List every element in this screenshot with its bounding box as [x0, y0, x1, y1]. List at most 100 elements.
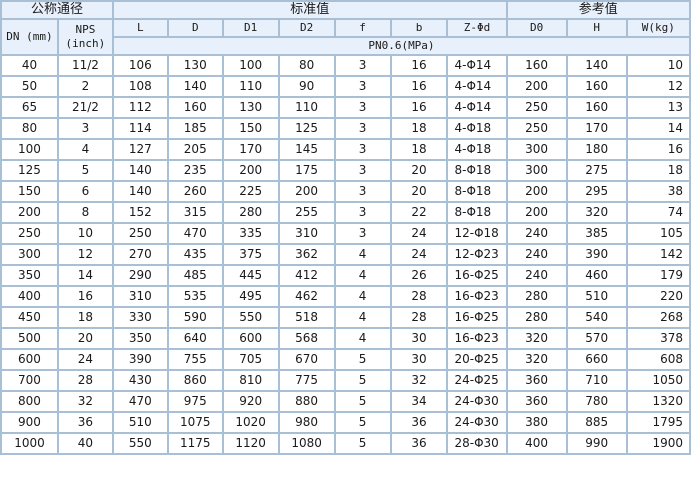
cell-dn: 450 [2, 308, 57, 327]
cell-dn: 700 [2, 371, 57, 390]
cell-f: 3 [335, 182, 390, 201]
cell-d2: 145 [279, 140, 334, 159]
cell-z-phid: 4-Φ18 [448, 119, 506, 138]
cell-dn: 500 [2, 329, 57, 348]
group-standard-header: 标准值 [113, 2, 506, 18]
cell-weight: 10 [627, 56, 689, 75]
cell-l: 106 [113, 56, 167, 75]
cell-l: 112 [113, 98, 167, 117]
flange-spec-table: 公称通径 标准值 参考值 DN (mm) NPS (inch) L D D1 D… [0, 0, 691, 455]
cell-d: 485 [168, 266, 222, 285]
group-reference-header: 参考值 [507, 2, 689, 18]
cell-b: 20 [391, 161, 447, 180]
cell-weight: 1320 [627, 392, 689, 411]
column-header-row: DN (mm) NPS (inch) L D D1 D2 f b Z-Φd D0… [2, 20, 689, 54]
cell-weight: 12 [627, 77, 689, 96]
cell-d1: 550 [223, 308, 278, 327]
cell-d: 205 [168, 140, 222, 159]
cell-d: 470 [168, 224, 222, 243]
cell-d1: 1020 [223, 413, 278, 432]
cell-f: 5 [335, 371, 390, 390]
cell-f: 3 [335, 224, 390, 243]
cell-dn: 350 [2, 266, 57, 285]
cell-d: 260 [168, 182, 222, 201]
cell-b: 28 [391, 287, 447, 306]
cell-h: 460 [567, 266, 626, 285]
cell-nps: 36 [58, 413, 112, 432]
cell-b: 36 [391, 434, 447, 453]
cell-z-phid: 28-Φ30 [448, 434, 506, 453]
cell-l: 550 [113, 434, 167, 453]
cell-l: 290 [113, 266, 167, 285]
cell-weight: 74 [627, 203, 689, 222]
cell-b: 24 [391, 224, 447, 243]
cell-dn: 600 [2, 350, 57, 369]
cell-dn: 50 [2, 77, 57, 96]
cell-d: 1075 [168, 413, 222, 432]
group-nominal-header: 公称通径 [2, 2, 112, 18]
cell-weight: 220 [627, 287, 689, 306]
spec-table-container: 公称通径 标准值 参考值 DN (mm) NPS (inch) L D D1 D… [0, 0, 691, 495]
cell-weight: 268 [627, 308, 689, 327]
cell-d0: 400 [507, 434, 566, 453]
pressure-rating-label: PN0.6(MPa) [113, 38, 689, 54]
table-row: 600 24 390 755 705 670 5 30 20-Φ25 320 660 608 [2, 350, 689, 369]
cell-z-phid: 20-Φ25 [448, 350, 506, 369]
cell-l: 140 [113, 161, 167, 180]
cell-d0: 360 [507, 371, 566, 390]
cell-d1: 600 [223, 329, 278, 348]
cell-b: 32 [391, 371, 447, 390]
col-header-z-phid: Z-Φd [448, 20, 506, 36]
cell-z-phid: 24-Φ30 [448, 392, 506, 411]
table-row: 350 14 290 485 445 412 4 26 16-Φ25 240 460 179 [2, 266, 689, 285]
cell-z-phid: 12-Φ23 [448, 245, 506, 264]
cell-d1: 445 [223, 266, 278, 285]
col-header-d2: D2 [279, 20, 334, 36]
table-row: 400 16 310 535 495 462 4 28 16-Φ23 280 510 220 [2, 287, 689, 306]
col-header-f: f [335, 20, 390, 36]
cell-dn: 40 [2, 56, 57, 75]
cell-d: 535 [168, 287, 222, 306]
table-row: 250 10 250 470 335 310 3 24 12-Φ18 240 385 105 [2, 224, 689, 243]
cell-b: 18 [391, 140, 447, 159]
cell-weight: 16 [627, 140, 689, 159]
cell-f: 5 [335, 392, 390, 411]
cell-b: 34 [391, 392, 447, 411]
cell-d1: 810 [223, 371, 278, 390]
cell-d2: 462 [279, 287, 334, 306]
cell-weight: 18 [627, 161, 689, 180]
cell-l: 330 [113, 308, 167, 327]
cell-d: 160 [168, 98, 222, 117]
col-header-d: D [168, 20, 222, 36]
cell-b: 26 [391, 266, 447, 285]
group-header-row: 公称通径 标准值 参考值 [2, 2, 689, 18]
cell-l: 350 [113, 329, 167, 348]
cell-dn: 80 [2, 119, 57, 138]
cell-h: 570 [567, 329, 626, 348]
cell-d0: 250 [507, 98, 566, 117]
table-row: 500 20 350 640 600 568 4 30 16-Φ23 320 570 378 [2, 329, 689, 348]
cell-h: 990 [567, 434, 626, 453]
col-header-h: H [567, 20, 626, 36]
cell-l: 310 [113, 287, 167, 306]
cell-d0: 320 [507, 350, 566, 369]
cell-l: 140 [113, 182, 167, 201]
cell-l: 430 [113, 371, 167, 390]
cell-z-phid: 16-Φ23 [448, 329, 506, 348]
cell-d0: 280 [507, 308, 566, 327]
cell-d1: 110 [223, 77, 278, 96]
cell-weight: 13 [627, 98, 689, 117]
cell-d1: 705 [223, 350, 278, 369]
cell-d1: 375 [223, 245, 278, 264]
cell-l: 250 [113, 224, 167, 243]
cell-d0: 280 [507, 287, 566, 306]
cell-z-phid: 8-Φ18 [448, 203, 506, 222]
cell-weight: 608 [627, 350, 689, 369]
cell-z-phid: 4-Φ14 [448, 98, 506, 117]
cell-z-phid: 4-Φ14 [448, 77, 506, 96]
cell-z-phid: 16-Φ25 [448, 266, 506, 285]
cell-b: 22 [391, 203, 447, 222]
cell-d2: 775 [279, 371, 334, 390]
cell-d0: 300 [507, 140, 566, 159]
cell-nps: 3 [58, 119, 112, 138]
